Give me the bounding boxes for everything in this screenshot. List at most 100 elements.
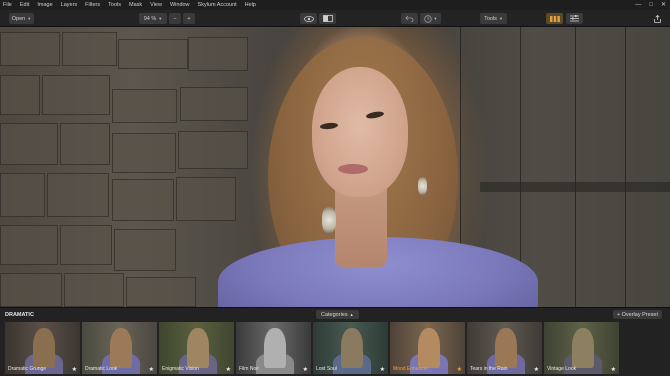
star-icon[interactable]: ★ [149, 366, 154, 373]
menu-mask[interactable]: Mask [125, 0, 146, 10]
zoom-out-button[interactable]: − [169, 13, 181, 24]
preset-thumbnail[interactable]: Tears in the Rain ★ [467, 322, 542, 374]
star-icon[interactable]: ★ [303, 366, 308, 373]
chevron-down-icon: ▼ [498, 16, 503, 21]
zoom-in-button[interactable]: + [183, 13, 195, 24]
menu-skylum-account[interactable]: Skylum Account [194, 0, 241, 10]
compare-icon [322, 15, 333, 22]
preset-figure [341, 328, 363, 368]
history-icon [423, 14, 432, 23]
menu-help[interactable]: Help [241, 0, 260, 10]
chevron-down-icon: ▼ [158, 16, 163, 21]
adjustments-panel-button[interactable] [566, 13, 583, 24]
preset-figure [110, 328, 132, 368]
wall-brick [118, 39, 188, 69]
minimize-icon[interactable]: — [635, 0, 641, 10]
star-icon[interactable]: ★ [380, 366, 385, 373]
wall-brick [180, 87, 248, 121]
wall-brick [178, 131, 248, 169]
wood-plank [575, 27, 625, 307]
star-icon[interactable]: ★ [534, 366, 539, 373]
wall-brick [112, 89, 177, 123]
overlay-preset-label: + Overlay Preset [616, 311, 658, 318]
sliders-icon [570, 15, 579, 22]
chevron-down-icon: ▼ [27, 16, 32, 21]
panel-title: DRAMATIC [5, 312, 34, 318]
chevron-up-icon: ▲ [349, 312, 354, 317]
maximize-icon[interactable]: □ [649, 0, 653, 10]
preset-thumbnail[interactable]: Lost Soul ★ [313, 322, 388, 374]
star-icon[interactable]: ★ [72, 366, 77, 373]
tools-button[interactable]: Tools ▼ [480, 13, 507, 24]
wall-brick [114, 229, 176, 271]
chevron-down-icon: ▼ [433, 16, 438, 21]
preset-thumbnail[interactable]: Dramatic Look ★ [82, 322, 157, 374]
eye-icon [303, 15, 314, 22]
wall-brick [0, 225, 58, 265]
menu-view[interactable]: View [146, 0, 166, 10]
star-icon[interactable]: ★ [226, 366, 231, 373]
menu-edit[interactable]: Edit [16, 0, 33, 10]
menu-window[interactable]: Window [166, 0, 194, 10]
wall-brick [112, 179, 174, 221]
window-controls: — □ ✕ [635, 0, 666, 10]
wall-brick [62, 32, 117, 66]
wall-brick [42, 75, 110, 115]
portrait-earring [322, 207, 336, 233]
preset-filmstrip: Dramatic Grunge ★ Dramatic Look ★ Enigma… [0, 322, 670, 376]
presets-panel-button[interactable] [546, 13, 563, 24]
menu-layers[interactable]: Layers [57, 0, 82, 10]
preset-label: Tears in the Rain [470, 366, 508, 372]
portrait-earring [418, 177, 427, 195]
wall-brick [0, 32, 60, 66]
overlay-preset-button[interactable]: + Overlay Preset [612, 310, 662, 319]
wall-brick [64, 273, 124, 307]
photo-canvas[interactable] [0, 27, 670, 307]
presets-panel: DRAMATIC Categories ▲ + Overlay Preset D… [0, 307, 670, 376]
open-button[interactable]: Open ▼ [9, 13, 34, 24]
wall-brick [0, 173, 45, 217]
portrait-lips [338, 164, 368, 174]
categories-label: Categories [321, 311, 348, 318]
preset-thumbnail[interactable]: Dramatic Grunge ★ [5, 322, 80, 374]
wall-brick [0, 75, 40, 115]
menu-tools[interactable]: Tools [104, 0, 125, 10]
zoom-select[interactable]: 94 % ▼ [139, 13, 167, 24]
history-button[interactable]: ▼ [420, 13, 441, 24]
preset-figure [33, 328, 55, 368]
wood-crossbar [480, 182, 670, 192]
star-icon[interactable]: ★ [457, 366, 462, 373]
menu-bar: File Edit Image Layers Filters Tools Mas… [0, 0, 670, 10]
preset-figure [572, 328, 594, 368]
wall-brick [126, 277, 196, 307]
preset-label: Enigmatic Vision [162, 366, 199, 372]
wall-brick [188, 37, 248, 71]
preset-label: Lost Soul [316, 366, 337, 372]
preset-label: Dramatic Look [85, 366, 118, 372]
preset-label: Vintage Look [547, 366, 577, 372]
preset-thumbnail-selected[interactable]: Mood Enhancer ★ [390, 322, 465, 374]
star-icon[interactable]: ★ [611, 366, 616, 373]
preset-figure [495, 328, 517, 368]
preset-thumbnail[interactable]: Film Noir ★ [236, 322, 311, 374]
close-icon[interactable]: ✕ [661, 0, 666, 10]
undo-button[interactable] [401, 13, 418, 24]
share-button[interactable] [652, 13, 663, 24]
open-label: Open [11, 15, 26, 22]
preset-thumbnail[interactable]: Vintage Look ★ [544, 322, 619, 374]
menu-filters[interactable]: Filters [81, 0, 104, 10]
preset-figure [187, 328, 209, 368]
wall-brick [47, 173, 109, 217]
wall-brick [0, 123, 58, 165]
preset-thumbnail[interactable]: Enigmatic Vision ★ [159, 322, 234, 374]
menu-image[interactable]: Image [33, 0, 56, 10]
menu-file[interactable]: File [0, 0, 16, 10]
wood-plank [520, 27, 575, 307]
preset-figure [264, 328, 286, 368]
preview-toggle-button[interactable] [300, 13, 317, 24]
compare-button[interactable] [319, 13, 336, 24]
wood-plank [625, 27, 670, 307]
categories-dropdown[interactable]: Categories ▲ [316, 310, 359, 319]
wall-brick [112, 133, 176, 173]
preset-label: Mood Enhancer [393, 366, 429, 372]
